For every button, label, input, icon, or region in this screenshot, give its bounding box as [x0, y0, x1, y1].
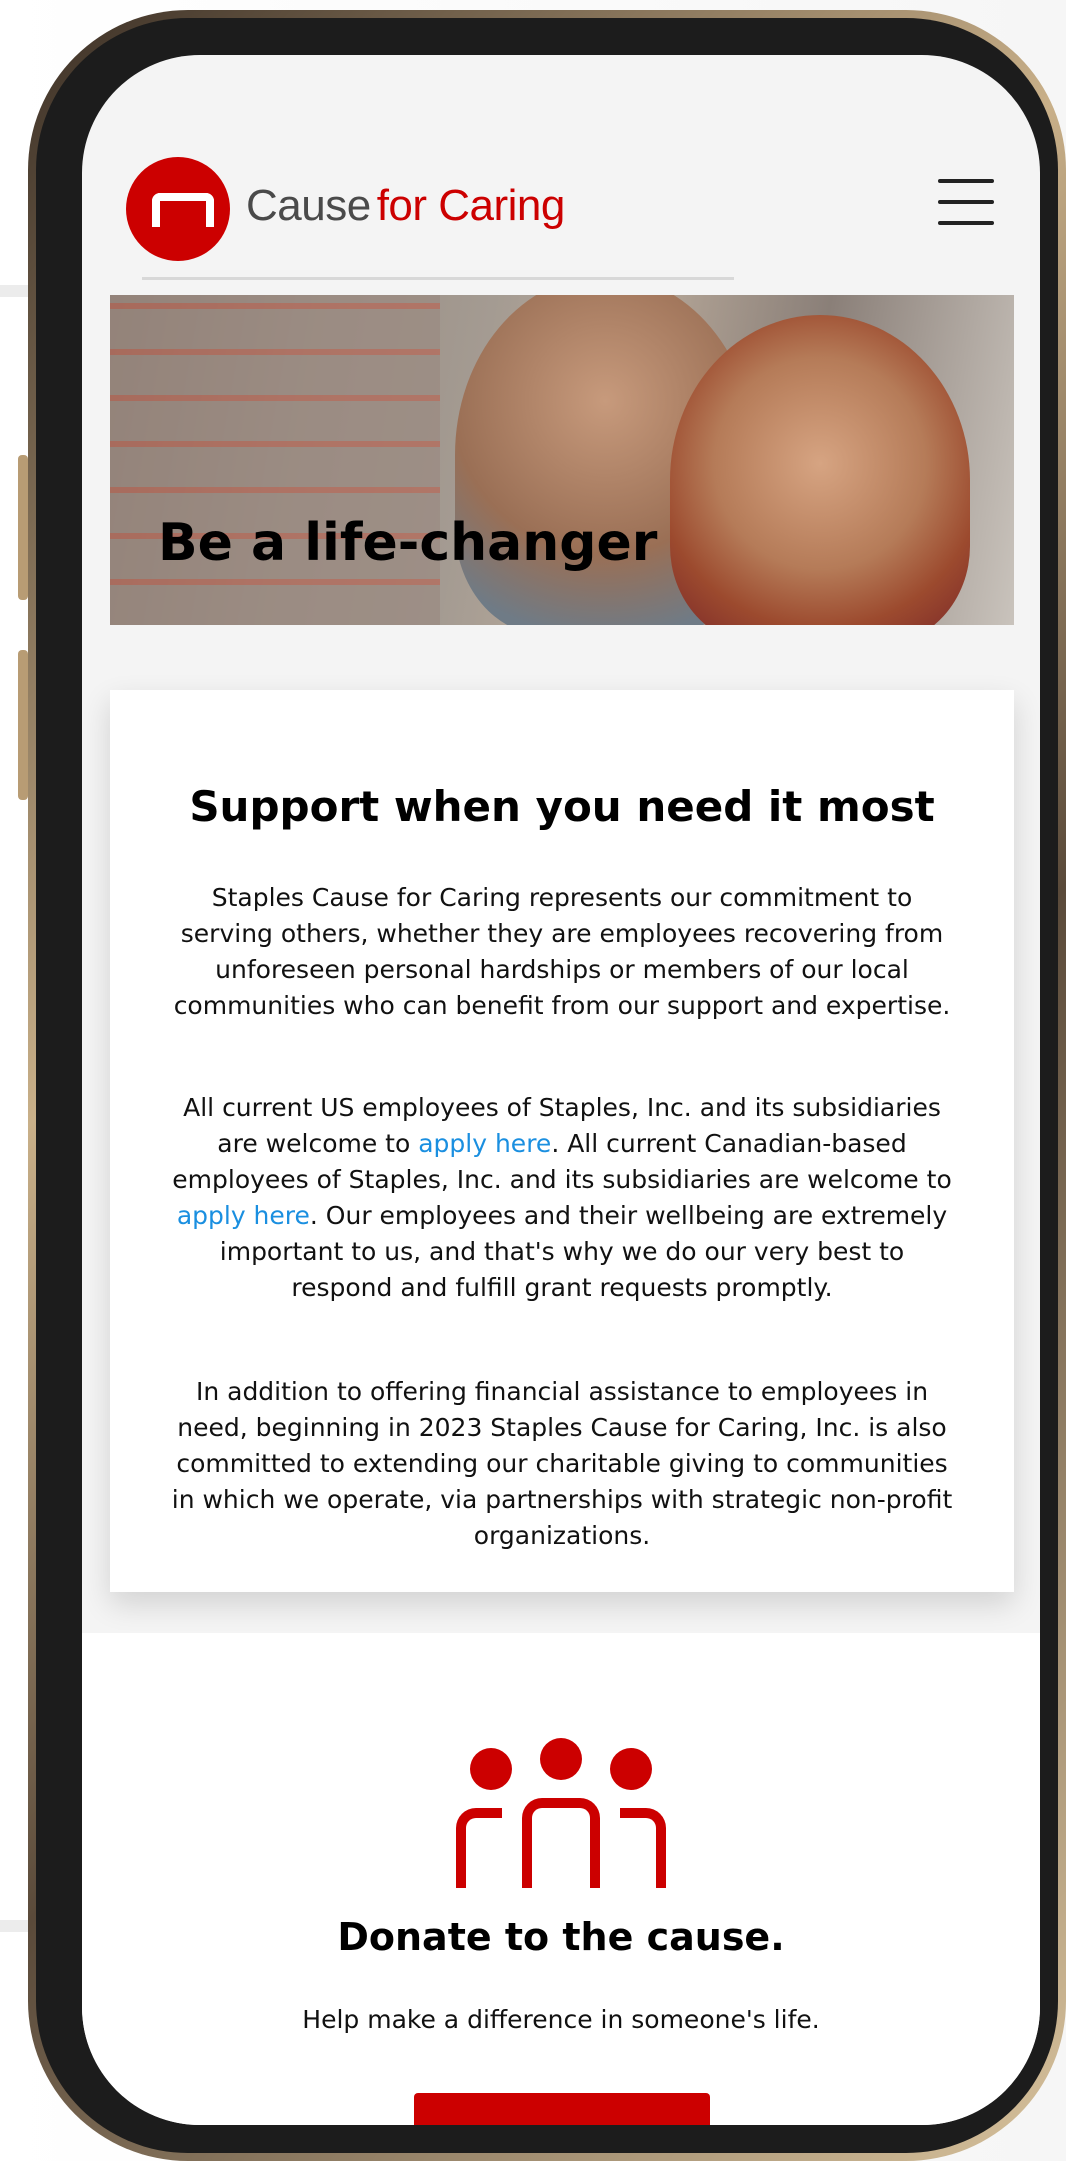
people-group-icon — [456, 1738, 666, 1888]
header-divider — [142, 277, 734, 280]
brand-name-for-caring: for Caring — [376, 181, 566, 230]
hero-title: Be a life-changer — [158, 513, 658, 573]
people-icon-body-center — [522, 1798, 600, 1888]
logo-glyph — [152, 193, 214, 227]
hero-photo-older-woman — [670, 315, 970, 625]
people-icon-body-right — [620, 1808, 666, 1888]
menu-bar — [938, 200, 994, 204]
support-paragraph-1: Staples Cause for Caring represents our … — [173, 883, 951, 1020]
people-icon-head-center — [540, 1738, 582, 1780]
menu-bar — [938, 221, 994, 225]
donate-heading: Donate to the cause. — [337, 1915, 785, 1959]
menu-bar — [938, 179, 994, 183]
support-paragraph-2-text: . Our employees and their wellbeing are … — [219, 1201, 948, 1302]
donate-subtext: Help make a difference in someone's life… — [302, 2005, 820, 2034]
support-paragraph-3: In addition to offering financial assist… — [171, 1377, 953, 1550]
phone-volume-up-button — [18, 455, 28, 600]
people-icon-body-left — [456, 1808, 502, 1888]
support-card: Support when you need it most Staples Ca… — [110, 690, 1014, 1592]
support-paragraph-2: All current US employees of Staples, Inc… — [166, 1090, 958, 1306]
hero-banner: Be a life-changer — [110, 295, 1014, 625]
support-heading: Support when you need it most — [189, 782, 935, 831]
hero-photo-wall — [110, 295, 440, 625]
logo-icon[interactable] — [126, 157, 230, 261]
apply-here-canada-link[interactable]: apply here — [177, 1201, 310, 1230]
brand-name-cause: Cause — [246, 181, 371, 230]
brand-name[interactable]: Cause for Caring — [246, 181, 565, 231]
people-icon-head-right — [610, 1748, 652, 1790]
phone-volume-down-button — [18, 650, 28, 800]
phone-screen: Cause for Caring Be a life-changer Suppor… — [82, 55, 1040, 2125]
donate-button[interactable] — [414, 2093, 710, 2125]
hamburger-menu-button[interactable] — [938, 179, 994, 225]
donate-section: Donate to the cause. Help make a differe… — [82, 1633, 1040, 2125]
people-icon-head-left — [470, 1748, 512, 1790]
apply-here-us-link[interactable]: apply here — [418, 1129, 551, 1158]
